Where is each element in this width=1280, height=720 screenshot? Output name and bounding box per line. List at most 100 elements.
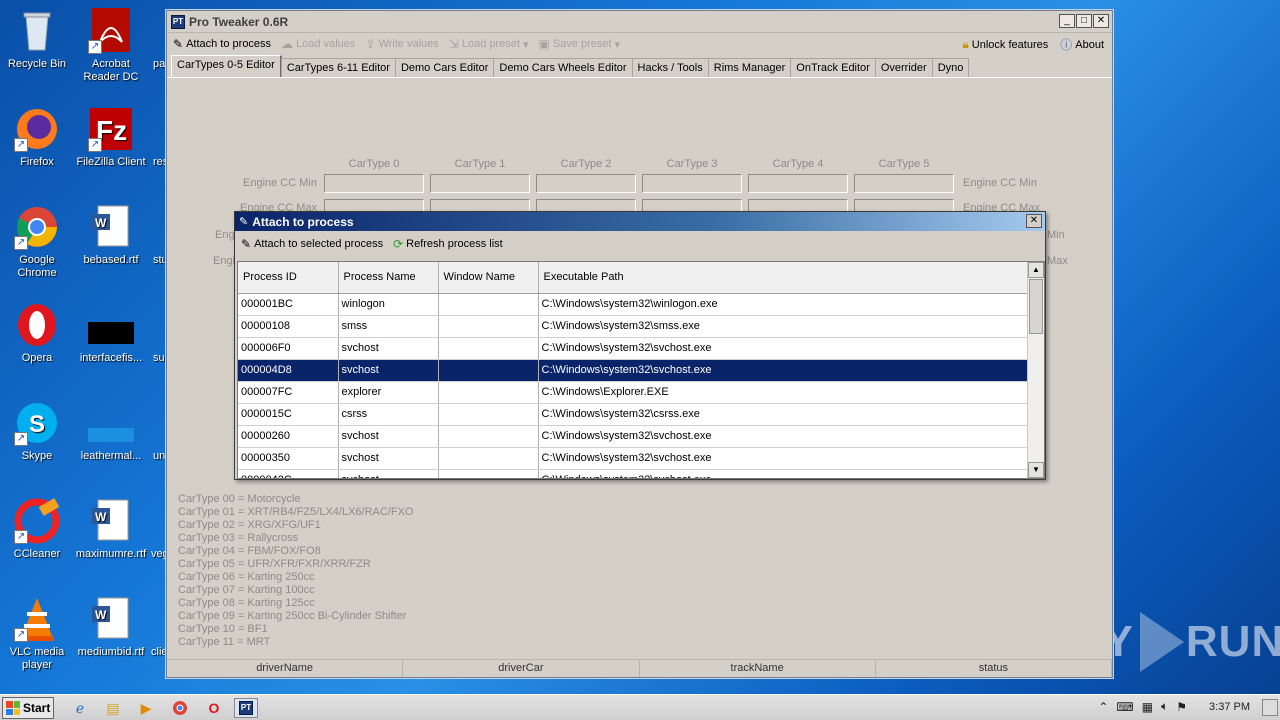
cell-window-name — [438, 359, 539, 382]
windows-logo-icon — [6, 701, 20, 715]
column-header-executable-path[interactable]: Executable Path — [538, 262, 1028, 294]
dialog-close-button[interactable]: ✕ — [1026, 214, 1042, 228]
engine-cc-min-field[interactable] — [642, 174, 742, 193]
legend-line: CarType 09 = Karting 250cc Bi-Cylinder S… — [178, 610, 407, 622]
table-row[interactable]: 00000260 svchost C:\Windows\system32\svc… — [238, 425, 1028, 448]
opera-icon — [14, 302, 60, 348]
close-button[interactable]: ✕ — [1093, 14, 1109, 28]
desktop-icon-opera[interactable]: Opera — [0, 302, 74, 365]
desktop-icon-label: FileZilla Client — [76, 156, 146, 168]
engine-cc-min-field[interactable] — [748, 174, 848, 193]
scrollbar-thumb[interactable] — [1029, 279, 1043, 334]
column-header-status[interactable]: status — [876, 660, 1112, 677]
window-titlebar[interactable]: PT Pro Tweaker 0.6R _ □ ✕ — [167, 11, 1112, 33]
cell-executable-path: C:\Windows\system32\svchost.exe — [538, 425, 1028, 448]
engine-cc-min-field[interactable] — [430, 174, 530, 193]
dialog-titlebar[interactable]: ✎ Attach to process ✕ — [235, 212, 1045, 231]
cartype-header: CarType 4 — [772, 158, 824, 170]
tab-hacks-tools[interactable]: Hacks / Tools — [631, 58, 709, 77]
show-desktop-button[interactable] — [1262, 699, 1278, 716]
desktop-icon-interfacefis[interactable]: interfacefis... — [74, 302, 148, 365]
pro-tweaker-taskbar-icon[interactable]: PT — [234, 698, 258, 718]
table-row[interactable]: 000007FC explorer C:\Windows\Explorer.EX… — [238, 381, 1028, 404]
start-label: Start — [23, 701, 51, 715]
opera-taskbar-icon[interactable]: O — [202, 698, 226, 718]
file-explorer-icon[interactable]: ▤ — [101, 698, 125, 718]
tray-keyboard-icon[interactable]: ⌨ — [1116, 700, 1133, 714]
media-player-icon[interactable]: ▶ — [134, 698, 158, 718]
attach-selected-button[interactable]: ✎ Attach to selected process — [241, 237, 383, 251]
table-row-selected[interactable]: 000004D8 svchost C:\Windows\system32\svc… — [238, 359, 1028, 382]
scroll-up-arrow-icon[interactable]: ▲ — [1028, 262, 1044, 278]
tab-demo-cars[interactable]: Demo Cars Editor — [394, 58, 495, 77]
tab-dyno[interactable]: Dyno — [931, 58, 970, 77]
volume-icon[interactable]: 🔈︎ — [1161, 699, 1168, 714]
tab-demo-cars-wheels[interactable]: Demo Cars Wheels Editor — [493, 58, 633, 77]
desktop-icon-mediumbid[interactable]: W mediumbid.rtf — [74, 596, 148, 659]
process-list-scrollbar[interactable]: ▲ ▼ — [1027, 262, 1044, 478]
desktop-icon-vlc[interactable]: ↗ VLC media player — [0, 596, 74, 672]
internet-explorer-icon[interactable]: ℯ — [68, 698, 92, 718]
desktop-icon-acrobat[interactable]: ↗ Acrobat Reader DC — [74, 8, 148, 84]
desktop-icon-bebased[interactable]: W bebased.rtf — [74, 204, 148, 267]
taskbar-clock[interactable]: 3:37 PM — [1209, 701, 1250, 713]
load-preset-dropdown[interactable]: ⇲ Load preset ▾ — [449, 37, 529, 51]
save-preset-dropdown[interactable]: ▣ Save preset ▾ — [538, 37, 620, 51]
svg-text:W: W — [95, 216, 107, 230]
cell-process-name: svchost — [338, 447, 439, 470]
cell-process-id: 00000108 — [238, 315, 339, 338]
tray-expand-icon[interactable]: ⌃ — [1098, 700, 1108, 714]
tab-rims-manager[interactable]: Rims Manager — [707, 58, 792, 77]
desktop-icon-chrome[interactable]: ↗ Google Chrome — [0, 204, 74, 280]
column-header-process-name[interactable]: Process Name — [338, 262, 439, 294]
network-icon[interactable]: ▦ — [1142, 700, 1153, 714]
load-values-button[interactable]: ☁ Load values — [281, 37, 355, 51]
write-values-button[interactable]: ⇪ Write values — [365, 37, 438, 51]
desktop-icon-filezilla[interactable]: Fz ↗ FileZilla Client — [74, 106, 148, 169]
minimize-button[interactable]: _ — [1059, 14, 1075, 28]
table-row[interactable]: 0000015C csrss C:\Windows\system32\csrss… — [238, 403, 1028, 426]
cell-process-name: svchost — [338, 425, 439, 448]
unlock-features-button[interactable]: 🔒︎ Unlock features — [962, 36, 1048, 53]
table-row[interactable]: 000001BC winlogon C:\Windows\system32\wi… — [238, 293, 1028, 316]
column-header-trackname[interactable]: trackName — [640, 660, 876, 677]
action-center-flag-icon[interactable]: ⚑ — [1176, 700, 1187, 714]
ccleaner-icon: ↗ — [14, 498, 60, 544]
about-button[interactable]: ⓘ About — [1060, 36, 1104, 53]
scroll-down-arrow-icon[interactable]: ▼ — [1028, 462, 1044, 478]
column-header-window-name[interactable]: Window Name — [438, 262, 539, 294]
attach-to-process-button[interactable]: ✎ Attach to process — [173, 37, 271, 51]
tab-overrider[interactable]: Overrider — [874, 58, 933, 77]
cell-process-name: svchost — [338, 359, 439, 382]
column-header-drivername[interactable]: driverName — [167, 660, 404, 677]
refresh-process-list-button[interactable]: ⟳ Refresh process list — [393, 237, 503, 251]
table-row[interactable]: 00000108 smss C:\Windows\system32\smss.e… — [238, 315, 1028, 338]
start-button[interactable]: Start — [2, 697, 54, 719]
svg-text:W: W — [95, 510, 107, 524]
desktop-icon-maximumre[interactable]: W maximumre.rtf — [74, 498, 148, 561]
table-row[interactable]: 00000350 svchost C:\Windows\system32\svc… — [238, 447, 1028, 470]
table-row[interactable]: 0000042C svchost C:\Windows\system32\svc… — [238, 469, 1028, 478]
write-values-label: Write values — [378, 38, 439, 50]
desktop-icon-ccleaner[interactable]: ↗ CCleaner — [0, 498, 74, 561]
desktop-icon-firefox[interactable]: ↗ Firefox — [0, 106, 74, 169]
engine-cc-min-field[interactable] — [536, 174, 636, 193]
column-header-drivercar[interactable]: driverCar — [403, 660, 640, 677]
desktop-icon-skype[interactable]: S ↗ Skype — [0, 400, 74, 463]
engine-cc-min-field[interactable] — [324, 174, 424, 193]
table-row[interactable]: 000006F0 svchost C:\Windows\system32\svc… — [238, 337, 1028, 360]
desktop-icon-label: interfacefis... — [79, 352, 143, 364]
tab-cartypes-6-11[interactable]: CarTypes 6-11 Editor — [280, 58, 396, 77]
legend-line: CarType 08 = Karting 125cc — [178, 597, 315, 609]
chrome-taskbar-icon[interactable] — [168, 698, 192, 718]
legend-line: CarType 11 = MRT — [178, 636, 271, 648]
tab-ontrack-editor[interactable]: OnTrack Editor — [790, 58, 876, 77]
desktop-icon-leathermal[interactable]: leathermal... — [74, 400, 148, 463]
column-header-process-id[interactable]: Process ID — [238, 262, 339, 294]
engine-cc-min-field[interactable] — [854, 174, 954, 193]
legend-line: CarType 04 = FBM/FOX/FO8 — [178, 545, 321, 557]
tab-cartypes-0-5[interactable]: CarTypes 0-5 Editor — [171, 55, 282, 77]
cell-window-name — [438, 337, 539, 360]
desktop-icon-recycle-bin[interactable]: Recycle Bin — [0, 8, 74, 71]
maximize-button[interactable]: □ — [1076, 14, 1092, 28]
